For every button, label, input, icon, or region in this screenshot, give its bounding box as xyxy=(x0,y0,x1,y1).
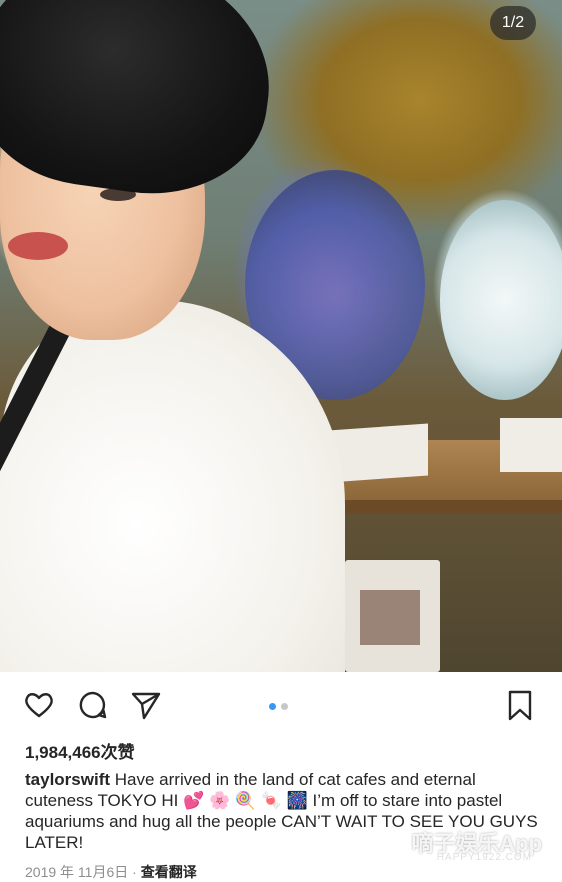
post-date: 2019 年 11月6日 xyxy=(25,864,129,880)
meta-separator: · xyxy=(128,864,141,880)
photo-counter-badge: 1/2 xyxy=(490,6,536,40)
post-meta: 2019 年 11月6日 · 查看翻译 xyxy=(25,862,197,882)
like-count[interactable]: 1,984,466次赞 xyxy=(25,738,135,763)
caption-username[interactable]: taylorswift xyxy=(25,770,110,789)
translate-link[interactable]: 查看翻译 xyxy=(141,864,197,880)
carousel-dot[interactable] xyxy=(281,703,288,710)
carousel-dot-active[interactable] xyxy=(269,703,276,710)
price-tag xyxy=(500,418,562,472)
paper-plane-icon[interactable] xyxy=(129,688,163,722)
heart-icon[interactable] xyxy=(22,688,56,722)
display-card-picture xyxy=(360,590,420,645)
carousel-indicator xyxy=(269,703,293,721)
bookmark-icon[interactable] xyxy=(503,688,537,722)
aquarium-bowl xyxy=(440,200,562,400)
lips xyxy=(8,232,68,260)
comment-bubble-icon[interactable] xyxy=(76,688,110,722)
watermark-url: HAPPY1922.COM xyxy=(436,852,532,863)
post-photo[interactable]: 1/2 xyxy=(0,0,562,672)
